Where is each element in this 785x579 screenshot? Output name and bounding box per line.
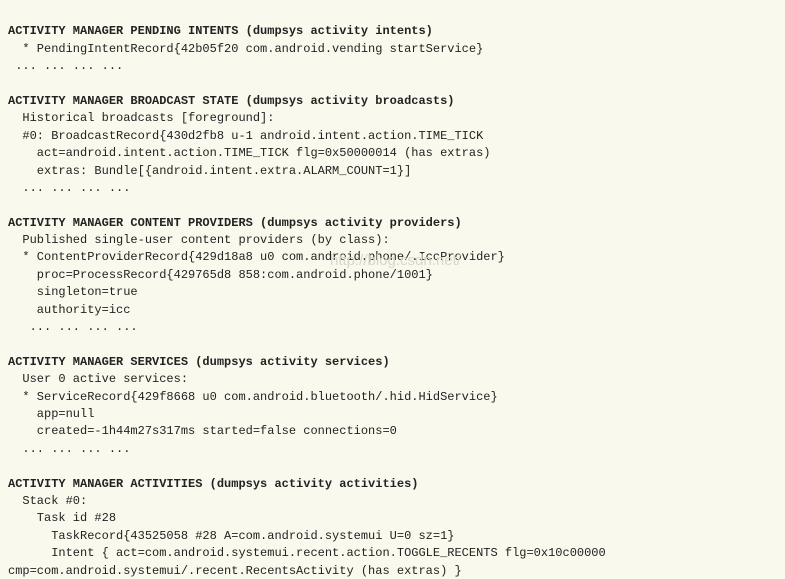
providers-line: Published single-user content providers … — [8, 233, 390, 247]
services-line: app=null — [8, 407, 94, 421]
services-line: * ServiceRecord{429f8668 u0 com.android.… — [8, 390, 498, 404]
section-header-activities: ACTIVITY MANAGER ACTIVITIES (dumpsys act… — [8, 477, 418, 491]
providers-line: singleton=true — [8, 285, 138, 299]
providers-line: authority=icc — [8, 303, 130, 317]
intents-line: * PendingIntentRecord{42b05f20 com.andro… — [8, 42, 483, 56]
ellipsis: ... ... ... ... — [8, 181, 130, 195]
activities-line: TaskRecord{43525058 #28 A=com.android.sy… — [8, 529, 454, 543]
section-header-intents: ACTIVITY MANAGER PENDING INTENTS (dumpsy… — [8, 24, 433, 38]
services-line: created=-1h44m27s317ms started=false con… — [8, 424, 397, 438]
providers-line: * ContentProviderRecord{429d18a8 u0 com.… — [8, 250, 505, 264]
section-header-services: ACTIVITY MANAGER SERVICES (dumpsys activ… — [8, 355, 390, 369]
activities-line: Intent { act=com.android.systemui.recent… — [8, 546, 606, 560]
ellipsis: ... ... ... ... — [8, 442, 130, 456]
activities-line: Task id #28 — [8, 511, 116, 525]
section-header-providers: ACTIVITY MANAGER CONTENT PROVIDERS (dump… — [8, 216, 462, 230]
ellipsis: ... ... ... ... — [8, 59, 123, 73]
activities-line: cmp=com.android.systemui/.recent.Recents… — [8, 564, 462, 578]
broadcasts-line: #0: BroadcastRecord{430d2fb8 u-1 android… — [8, 129, 483, 143]
broadcasts-line: act=android.intent.action.TIME_TICK flg=… — [8, 146, 490, 160]
section-header-broadcasts: ACTIVITY MANAGER BROADCAST STATE (dumpsy… — [8, 94, 454, 108]
broadcasts-line: Historical broadcasts [foreground]: — [8, 111, 274, 125]
services-line: User 0 active services: — [8, 372, 188, 386]
activities-line: Stack #0: — [8, 494, 87, 508]
ellipsis: ... ... ... ... — [8, 320, 138, 334]
broadcasts-line: extras: Bundle[{android.intent.extra.ALA… — [8, 164, 411, 178]
providers-line: proc=ProcessRecord{429765d8 858:com.andr… — [8, 268, 433, 282]
dumpsys-output: ACTIVITY MANAGER PENDING INTENTS (dumpsy… — [0, 0, 785, 579]
